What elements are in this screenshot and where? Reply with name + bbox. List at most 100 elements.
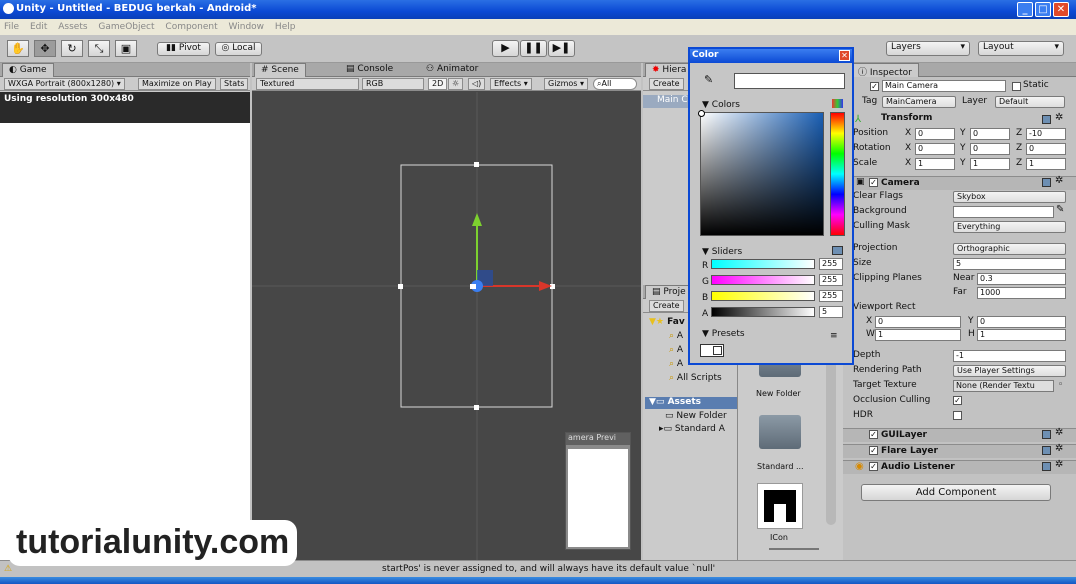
object-name-field[interactable]: Main Camera bbox=[882, 80, 1006, 92]
tab-animator[interactable]: ⚇ Animator bbox=[420, 63, 484, 77]
preset-swatch[interactable] bbox=[700, 344, 724, 357]
pivot-toggle[interactable]: ▮▮ Pivot bbox=[157, 42, 210, 56]
viewport-h-field[interactable]: 1 bbox=[977, 329, 1066, 341]
render-mode-dropdown[interactable]: Textured bbox=[256, 78, 359, 90]
help-icon[interactable] bbox=[1042, 462, 1051, 471]
rotation-x-field[interactable]: 0 bbox=[915, 143, 955, 155]
assets-folder[interactable]: ▼▭ Assets bbox=[645, 397, 737, 409]
depth-field[interactable]: -1 bbox=[953, 350, 1066, 362]
tab-inspector[interactable]: ⓘ Inspector bbox=[851, 63, 919, 78]
favorite-item-all-scripts[interactable]: ⌕ All Scripts bbox=[669, 373, 722, 383]
scene-search-input[interactable]: ⌕All bbox=[593, 78, 637, 90]
eyedropper-icon[interactable]: ✎ bbox=[1056, 204, 1064, 215]
blue-slider[interactable] bbox=[711, 291, 815, 301]
hdr-checkbox[interactable] bbox=[953, 411, 962, 420]
icon-texture-thumbnail[interactable] bbox=[757, 483, 803, 529]
hand-tool-icon[interactable]: ✋ bbox=[7, 40, 29, 57]
add-component-button[interactable]: Add Component bbox=[861, 484, 1051, 501]
favorite-item[interactable]: ⌕ A bbox=[669, 359, 683, 369]
gear-icon[interactable]: ✲ bbox=[1055, 427, 1063, 438]
presets-menu-icon[interactable]: ≡ bbox=[830, 331, 838, 341]
rotation-z-field[interactable]: 0 bbox=[1026, 143, 1066, 155]
menu-file[interactable]: File bbox=[4, 22, 19, 32]
close-button[interactable]: ✕ bbox=[1053, 2, 1069, 17]
hue-slider[interactable] bbox=[830, 112, 845, 236]
pause-button[interactable]: ❚❚ bbox=[520, 40, 547, 57]
scale-y-field[interactable]: 1 bbox=[970, 158, 1010, 170]
alpha-slider[interactable] bbox=[711, 307, 815, 317]
green-value-field[interactable]: 255 bbox=[819, 274, 843, 286]
clear-flags-dropdown[interactable]: Skybox bbox=[953, 191, 1066, 203]
layers-dropdown[interactable]: Layers ▾ bbox=[886, 41, 970, 56]
object-picker-icon[interactable]: ◦ bbox=[1058, 380, 1063, 390]
occlusion-culling-checkbox[interactable]: ✓ bbox=[953, 396, 962, 405]
layout-dropdown[interactable]: Layout ▾ bbox=[978, 41, 1064, 56]
help-icon[interactable] bbox=[1042, 178, 1051, 187]
scale-tool-icon[interactable]: ⤡ bbox=[88, 40, 110, 57]
gizmos-dropdown[interactable]: Gizmos ▾ bbox=[544, 78, 589, 90]
color-mode-dropdown[interactable]: RGB bbox=[362, 78, 424, 90]
colors-section-label[interactable]: ▼ Colors bbox=[702, 100, 740, 110]
grid-item-standard[interactable]: Standard ... bbox=[757, 462, 804, 471]
gear-icon[interactable]: ✲ bbox=[1055, 459, 1063, 470]
tab-hierarchy[interactable]: ✸ Hiera bbox=[645, 63, 694, 77]
lighting-icon[interactable]: ☼ bbox=[448, 78, 464, 90]
current-color-swatch[interactable] bbox=[734, 73, 845, 89]
menu-window[interactable]: Window bbox=[229, 22, 265, 32]
favorites-header[interactable]: ▼★ Fav bbox=[649, 317, 685, 327]
projection-dropdown[interactable]: Orthographic bbox=[953, 243, 1066, 255]
alpha-value-field[interactable]: 5 bbox=[819, 306, 843, 318]
red-value-field[interactable]: 255 bbox=[819, 258, 843, 270]
grid-item-new-folder[interactable]: New Folder bbox=[756, 389, 801, 398]
stats-toggle[interactable]: Stats bbox=[220, 78, 249, 90]
viewport-y-field[interactable]: 0 bbox=[977, 316, 1066, 328]
flare-layer-checkbox[interactable]: ✓ bbox=[869, 446, 878, 455]
position-y-field[interactable]: 0 bbox=[970, 128, 1010, 140]
camera-enabled-checkbox[interactable]: ✓ bbox=[869, 178, 878, 187]
rendering-path-dropdown[interactable]: Use Player Settings bbox=[953, 365, 1066, 377]
blue-value-field[interactable]: 255 bbox=[819, 290, 843, 302]
effects-dropdown[interactable]: Effects ▾ bbox=[490, 78, 532, 90]
menu-edit[interactable]: Edit bbox=[30, 22, 47, 32]
help-icon[interactable] bbox=[1042, 446, 1051, 455]
move-tool-icon[interactable]: ✥ bbox=[34, 40, 56, 57]
near-field[interactable]: 0.3 bbox=[977, 273, 1066, 285]
static-checkbox[interactable] bbox=[1012, 82, 1021, 91]
position-x-field[interactable]: 0 bbox=[915, 128, 955, 140]
folder-icon[interactable] bbox=[759, 415, 801, 449]
scale-z-field[interactable]: 1 bbox=[1026, 158, 1066, 170]
add-preset-icon[interactable] bbox=[713, 346, 722, 355]
viewport-w-field[interactable]: 1 bbox=[875, 329, 961, 341]
step-button[interactable]: ▶❚ bbox=[548, 40, 575, 57]
red-slider[interactable] bbox=[711, 259, 815, 269]
gear-icon[interactable]: ✲ bbox=[1055, 175, 1063, 186]
tag-dropdown[interactable]: MainCamera bbox=[882, 96, 956, 108]
menu-component[interactable]: Component bbox=[165, 22, 217, 32]
gear-icon[interactable]: ✲ bbox=[1055, 112, 1063, 123]
menu-help[interactable]: Help bbox=[275, 22, 296, 32]
position-z-field[interactable]: -10 bbox=[1026, 128, 1066, 140]
layer-dropdown[interactable]: Default bbox=[995, 96, 1065, 108]
help-icon[interactable] bbox=[1042, 115, 1051, 124]
hierarchy-create-dropdown[interactable]: Create bbox=[649, 78, 684, 90]
maximize-button[interactable]: □ bbox=[1035, 2, 1051, 17]
audio-listener-checkbox[interactable]: ✓ bbox=[869, 462, 878, 471]
presets-section-label[interactable]: ▼ Presets bbox=[702, 329, 745, 339]
project-create-dropdown[interactable]: Create bbox=[649, 300, 684, 312]
viewport-x-field[interactable]: 0 bbox=[875, 316, 961, 328]
saturation-value-square[interactable] bbox=[698, 110, 824, 236]
2d-toggle[interactable]: 2D bbox=[428, 78, 448, 90]
color-picker-close-button[interactable]: ✕ bbox=[839, 50, 850, 61]
play-button[interactable]: ▶ bbox=[492, 40, 519, 57]
audio-icon[interactable]: ◁) bbox=[468, 78, 486, 90]
favorite-item[interactable]: ⌕ A bbox=[669, 345, 683, 355]
guilayer-checkbox[interactable]: ✓ bbox=[869, 430, 878, 439]
size-field[interactable]: 5 bbox=[953, 258, 1066, 270]
rect-tool-icon[interactable]: ▣ bbox=[115, 40, 137, 57]
gear-icon[interactable]: ✲ bbox=[1055, 443, 1063, 454]
assets-standard-assets[interactable]: ▸▭ Standard A bbox=[659, 424, 725, 434]
menu-gameobject[interactable]: GameObject bbox=[98, 22, 154, 32]
menu-assets[interactable]: Assets bbox=[58, 22, 87, 32]
sliders-section-label[interactable]: ▼ Sliders bbox=[702, 247, 742, 257]
maximize-on-play-toggle[interactable]: Maximize on Play bbox=[138, 78, 216, 90]
